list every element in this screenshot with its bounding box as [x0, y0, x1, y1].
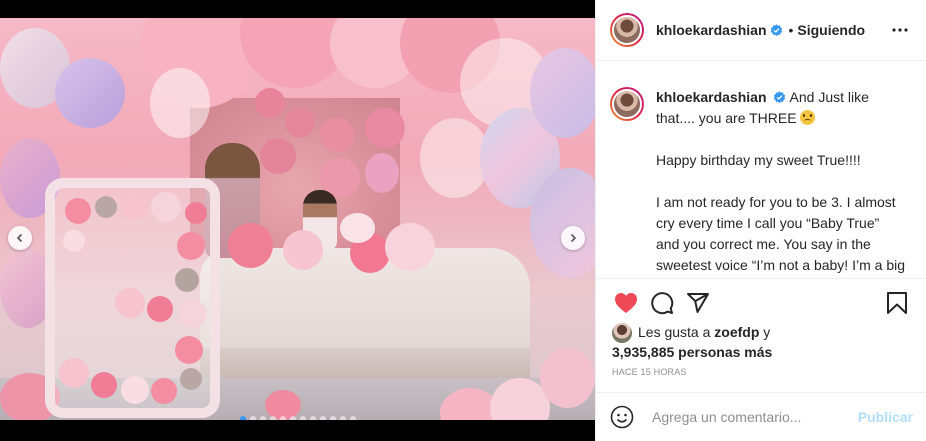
- carousel-dot: [329, 416, 336, 420]
- comment-composer: Publicar: [596, 392, 926, 441]
- photo-balloon: [179, 300, 207, 328]
- photo-balloon: [150, 68, 210, 138]
- photo-balloon: [175, 336, 203, 364]
- emoji-icon[interactable]: [610, 405, 634, 429]
- caption-paragraph: I am not ready for you to be 3. I almost…: [656, 194, 905, 279]
- carousel-dot: [269, 416, 276, 420]
- photo-balloon: [177, 232, 205, 260]
- photo-balloon: [185, 202, 207, 224]
- carousel-dot: [259, 416, 266, 420]
- post-photo[interactable]: [0, 18, 595, 420]
- like-button[interactable]: [608, 285, 644, 321]
- photo-balloon: [385, 223, 435, 271]
- frown-emoji-icon: [800, 110, 816, 125]
- likes-summary: Les gusta a zoefdp y 3,935,885 personas …: [612, 322, 772, 362]
- photo-balloon: [115, 288, 145, 318]
- photo-balloon: [95, 196, 117, 218]
- publish-comment-button[interactable]: Publicar: [858, 409, 913, 425]
- post-action-bar: [596, 278, 926, 326]
- photo-balloon: [151, 378, 177, 404]
- caption-username[interactable]: khloekardashian: [656, 89, 767, 105]
- post-caption: khloekardashian And Just like that.... y…: [596, 61, 926, 279]
- likes-count[interactable]: 3,935,885 personas más: [612, 342, 772, 362]
- photo-balloon: [365, 108, 405, 148]
- photo-balloon: [320, 118, 354, 152]
- photo-balloon: [65, 198, 91, 224]
- photo-balloon: [180, 368, 202, 390]
- liker-username[interactable]: zoefdp: [714, 324, 759, 340]
- photo-balloon: [540, 348, 595, 408]
- photo-balloon: [175, 268, 199, 292]
- likes-conjunction: y: [763, 324, 771, 340]
- carousel-dot: [319, 416, 326, 420]
- heart-icon: [615, 292, 637, 313]
- photo-balloon: [121, 376, 149, 404]
- comment-button[interactable]: [644, 285, 680, 321]
- carousel-prev-button[interactable]: [8, 226, 32, 250]
- carousel-dot: [309, 416, 316, 420]
- follow-status-button[interactable]: Siguiendo: [797, 22, 865, 38]
- photo-balloon: [530, 48, 595, 138]
- carousel-dot: [289, 416, 296, 420]
- photo-balloon: [121, 194, 147, 220]
- chevron-right-icon: [570, 233, 577, 243]
- photo-balloon: [228, 223, 273, 268]
- comment-icon: [651, 291, 674, 314]
- photo-balloon: [63, 230, 85, 252]
- photo-balloon: [147, 296, 173, 322]
- bookmark-icon: [887, 291, 907, 314]
- verified-badge-icon: [770, 23, 782, 36]
- author-avatar[interactable]: [610, 13, 644, 47]
- photo-balloon: [91, 372, 117, 398]
- photo-balloon: [285, 108, 315, 138]
- chevron-left-icon: [16, 233, 23, 243]
- carousel-indicator: [0, 416, 595, 420]
- author-username[interactable]: khloekardashian: [656, 22, 767, 38]
- share-icon: [687, 292, 709, 313]
- carousel-dot: [249, 416, 256, 420]
- save-button[interactable]: [879, 285, 915, 321]
- caption-paragraph: Happy birthday my sweet True!!!!: [656, 152, 861, 168]
- carousel-dot: [279, 416, 286, 420]
- header-separator: •: [788, 22, 794, 38]
- photo-balloon: [151, 192, 181, 222]
- post-header: khloekardashian • Siguiendo: [596, 0, 926, 61]
- more-options-button[interactable]: [888, 18, 912, 42]
- liker-avatar[interactable]: [612, 323, 632, 343]
- more-options-icon: [892, 28, 908, 32]
- carousel-dot: [349, 416, 356, 420]
- carousel-dot: [339, 416, 346, 420]
- post-timestamp[interactable]: HACE 15 HORAS: [612, 367, 687, 377]
- photo-balloon: [530, 168, 595, 278]
- verified-badge-icon: [774, 91, 786, 103]
- carousel-dot: [239, 416, 246, 420]
- carousel-dot: [299, 416, 306, 420]
- post-side-panel: khloekardashian • Siguiendo khloekardash…: [595, 0, 926, 441]
- photo-balloon: [260, 138, 296, 174]
- photo-balloon: [283, 230, 323, 270]
- photo-balloon: [255, 88, 285, 118]
- photo-number-three-mosaic: [45, 178, 220, 418]
- caption-body: khloekardashian And Just like that.... y…: [656, 87, 906, 279]
- photo-balloon: [55, 58, 125, 128]
- caption-author-avatar[interactable]: [610, 87, 644, 121]
- photo-balloon: [365, 153, 399, 193]
- likes-prefix: Les gusta a: [638, 324, 711, 340]
- photo-balloon: [59, 358, 89, 388]
- photo-balloon: [340, 213, 375, 243]
- share-button[interactable]: [680, 285, 716, 321]
- carousel-next-button[interactable]: [561, 226, 585, 250]
- comment-input[interactable]: [652, 409, 842, 425]
